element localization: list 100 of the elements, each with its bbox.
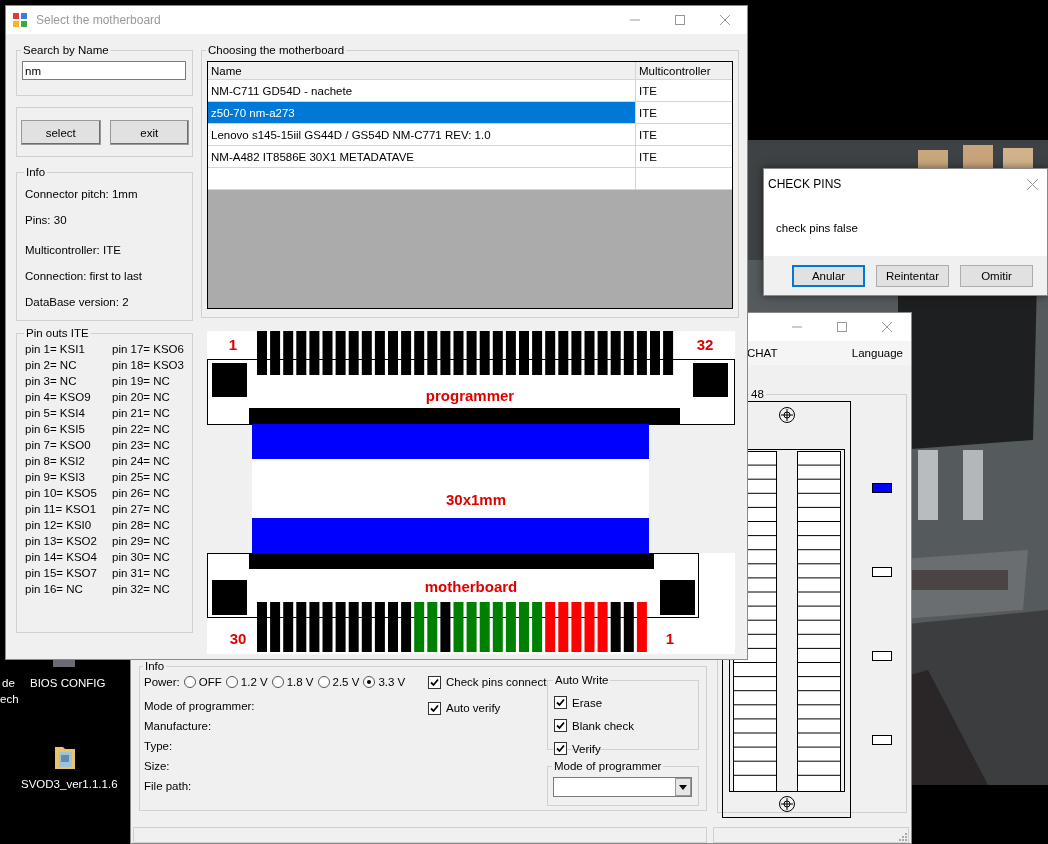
checkbox-label: Auto verify bbox=[446, 701, 501, 715]
latch-block bbox=[212, 580, 247, 615]
radio-button[interactable] bbox=[363, 676, 376, 688]
group-label: Info bbox=[144, 659, 166, 673]
table-row[interactable]: z50-70 nm-a273 ITE bbox=[208, 102, 732, 124]
pinout-text: pin 24= NC bbox=[112, 454, 170, 469]
field-label: Size: bbox=[144, 759, 170, 773]
cable-label: 30x1mm bbox=[446, 491, 506, 508]
table-cell-text: ITE bbox=[638, 106, 658, 121]
group-label: 48 bbox=[750, 387, 765, 401]
table-row[interactable]: Lenovo s145-15iil GS44D / GS54D NM-C771 REV: 1.0 ITE bbox=[208, 124, 732, 146]
table-row[interactable]: NM-C711 GD54D - nachete ITE bbox=[208, 80, 732, 102]
checkbox-label: Blank check bbox=[572, 718, 634, 733]
desktop-icon-label[interactable]: BIOS CONFIG bbox=[30, 676, 106, 690]
pinout-text: pin 12= KSI0 bbox=[25, 518, 92, 533]
pinout-text: pin 8= KSI2 bbox=[25, 454, 85, 469]
close-icon[interactable] bbox=[719, 15, 730, 25]
column-header[interactable]: Name bbox=[208, 62, 636, 79]
column-header[interactable]: Multicontroller bbox=[636, 62, 732, 79]
checkbox[interactable] bbox=[554, 742, 567, 755]
pinout-text: pin 26= NC bbox=[112, 486, 170, 501]
group-label: Choosing the motherboard bbox=[207, 43, 346, 57]
pinout-text: pin 25= NC bbox=[112, 470, 170, 485]
pinout-text: pin 20= NC bbox=[112, 390, 170, 405]
info-text: Connector pitch: 1mm bbox=[25, 187, 138, 201]
checkbox-label: Check pins connect bbox=[446, 675, 547, 689]
pinout-text: pin 30= NC bbox=[112, 550, 170, 565]
radio-button[interactable] bbox=[183, 676, 196, 688]
info-text: Multicontroller: ITE bbox=[25, 243, 121, 257]
pin-number: 32 bbox=[696, 336, 714, 353]
pin-number: 1 bbox=[665, 630, 675, 647]
pinout-text: pin 19= NC bbox=[112, 374, 170, 389]
pin-number: 30 bbox=[229, 630, 247, 647]
info-text: Connection: first to last bbox=[25, 269, 142, 283]
pinout-text: pin 13= KSO2 bbox=[25, 534, 97, 549]
pinout-text: pin 32= NC bbox=[112, 582, 170, 597]
pinout-text: pin 11= KSO1 bbox=[25, 502, 97, 517]
app-icon bbox=[12, 12, 28, 28]
table-cell-text: ITE bbox=[638, 150, 658, 165]
close-icon[interactable] bbox=[1026, 178, 1038, 190]
radio-label: 1.8 V bbox=[286, 675, 314, 689]
dialog-title: CHECK PINS bbox=[767, 177, 842, 191]
dialog-button[interactable]: Anular bbox=[792, 264, 865, 287]
pinout-text: pin 23= NC bbox=[112, 438, 170, 453]
desktop-icon-label: de bbox=[2, 676, 15, 690]
pinout-text: pin 9= KSI3 bbox=[25, 470, 85, 485]
pinout-text: pin 7= KSO0 bbox=[25, 438, 91, 453]
pinout-text: pin 2= NC bbox=[25, 358, 77, 373]
radio-label: OFF bbox=[198, 675, 222, 689]
dialog-button[interactable]: Omitir bbox=[960, 264, 1033, 287]
connector-label: programmer bbox=[425, 387, 515, 404]
search-field[interactable]: nm bbox=[22, 61, 186, 80]
table-cell: NM-C711 GD54D - nachete bbox=[208, 80, 636, 101]
action-button[interactable]: select bbox=[21, 120, 101, 145]
pinout-text: pin 4= KSO9 bbox=[25, 390, 91, 405]
pinout-text: pin 5= KSI4 bbox=[25, 406, 85, 421]
group-label: Search by Name bbox=[22, 43, 110, 57]
checkbox-label: Erase bbox=[572, 695, 603, 710]
field-label: Type: bbox=[144, 739, 173, 753]
pinout-text: pin 14= KSO4 bbox=[25, 550, 97, 565]
connector-label: motherboard bbox=[424, 578, 518, 595]
radio-button[interactable] bbox=[225, 676, 238, 688]
radio-button[interactable] bbox=[317, 676, 330, 688]
field-label: Manufacture: bbox=[144, 719, 212, 733]
radio-label: 3.3 V bbox=[378, 675, 406, 689]
latch-block bbox=[693, 363, 728, 397]
checkbox[interactable] bbox=[554, 719, 567, 732]
maximize-icon[interactable] bbox=[836, 322, 847, 332]
pinout-text: pin 17= KSO6 bbox=[112, 342, 184, 357]
radio-label: 1.2 V bbox=[240, 675, 268, 689]
pin-number: 1 bbox=[228, 336, 238, 353]
pinout-text: pin 22= NC bbox=[112, 422, 170, 437]
dialog-button[interactable]: Reintentar bbox=[876, 264, 949, 287]
table-cell: NM-A482 IT8586E 30X1 METADATAVE bbox=[208, 146, 636, 167]
pinout-text: pin 29= NC bbox=[112, 534, 170, 549]
dropdown[interactable] bbox=[553, 777, 692, 797]
action-button[interactable]: exit bbox=[109, 120, 189, 145]
table-row[interactable]: NM-A482 IT8586E 30X1 METADATAVE ITE bbox=[208, 146, 732, 168]
radio-button[interactable] bbox=[271, 676, 284, 688]
resize-grip-icon bbox=[897, 831, 908, 842]
pinout-text: pin 18= KSO3 bbox=[112, 358, 184, 373]
menu-item[interactable]: Language bbox=[848, 346, 906, 360]
table-cell-text: ITE bbox=[638, 128, 658, 143]
checkbox-label: Verify bbox=[572, 741, 601, 756]
field-label: File path: bbox=[144, 779, 192, 793]
maximize-icon[interactable] bbox=[674, 15, 685, 25]
pinout-text: pin 3= NC bbox=[25, 374, 77, 389]
group-label: Auto Write bbox=[554, 673, 610, 687]
desktop-icon-label: ech bbox=[0, 692, 19, 706]
menu-item[interactable]: CHAT bbox=[744, 346, 781, 360]
desktop-icon-label[interactable]: SVOD3_ver1.1.1.6 bbox=[21, 777, 118, 791]
checkbox[interactable] bbox=[428, 701, 441, 715]
checkbox[interactable] bbox=[554, 696, 567, 709]
pinout-text: pin 16= NC bbox=[25, 582, 83, 597]
pinout-text: pin 21= NC bbox=[112, 406, 170, 421]
pinout-text: pin 15= KSO7 bbox=[25, 566, 97, 581]
close-icon[interactable] bbox=[881, 322, 892, 332]
checkbox[interactable] bbox=[428, 675, 441, 689]
pinout-text: pin 1= KSI1 bbox=[25, 342, 85, 357]
info-text: DataBase version: 2 bbox=[25, 295, 129, 309]
